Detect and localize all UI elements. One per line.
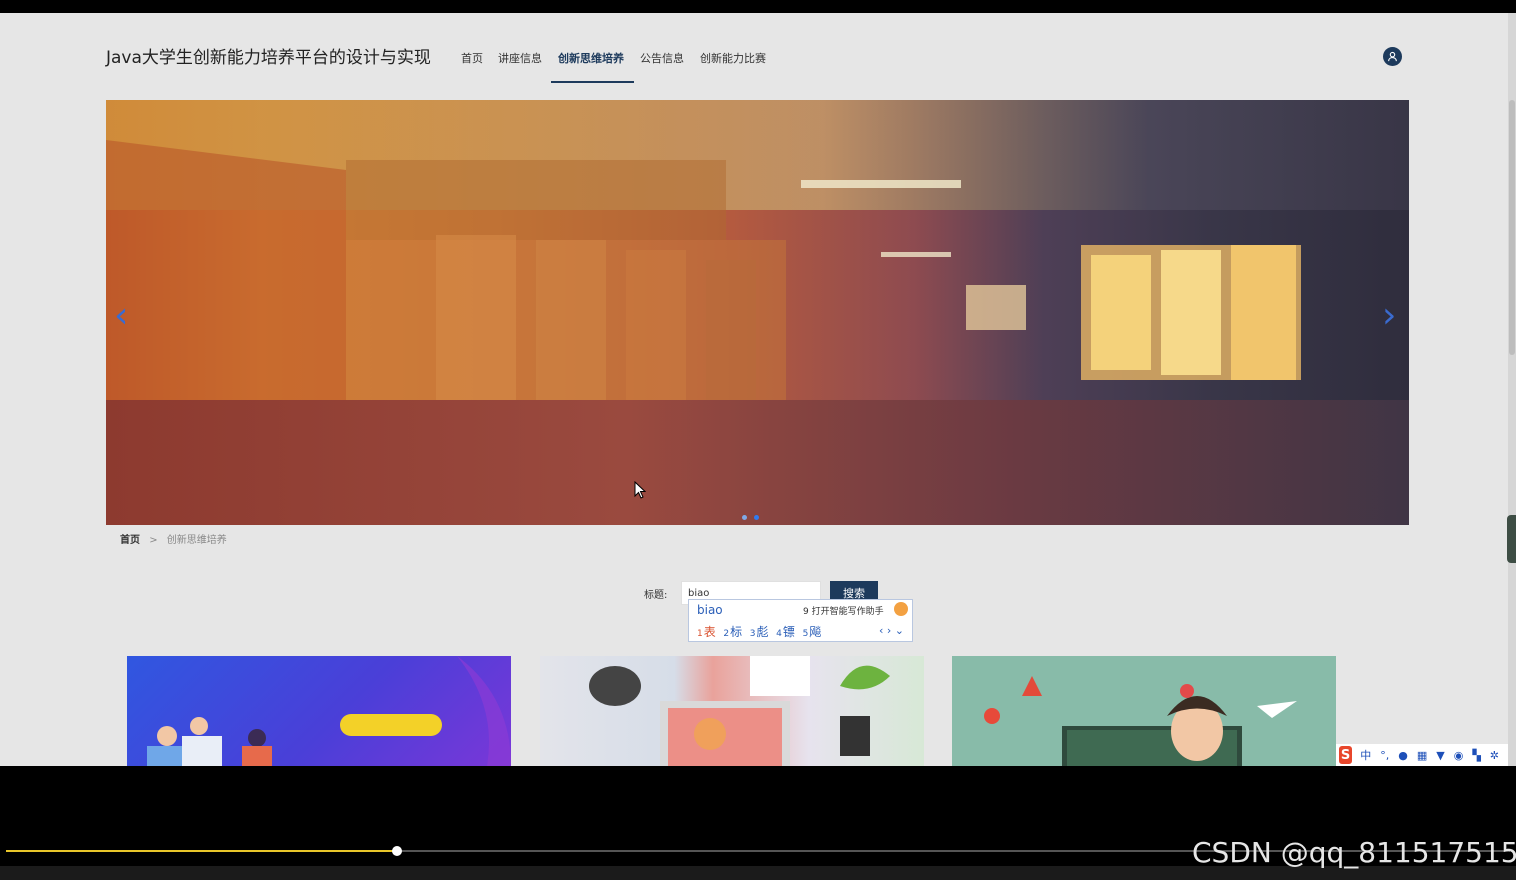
nav-item-home[interactable]: 首页 [461,50,483,66]
breadcrumb: 首页 > 创新思维培养 [120,531,227,546]
nav-item-notices[interactable]: 公告信息 [640,50,684,66]
breadcrumb-separator: > [149,535,158,546]
page-scrollbar-thumb[interactable] [1509,100,1515,355]
breadcrumb-current: 创新思维培养 [166,535,227,546]
ime-skin-icon[interactable]: ▼ [1436,749,1444,762]
ime-candidates: 1表 2标 3彪 4镖 5飚 [697,623,821,640]
screen-top-bar [0,0,1516,13]
ime-toolbar: S 中 °, ● ▦ ▼ ◉ ▚ ✲ [1336,744,1508,766]
ime-candidate[interactable]: 5飚 [803,625,822,639]
ime-keyboard-icon[interactable]: ▦ [1417,749,1427,762]
article-card[interactable] [952,656,1336,766]
ime-writing-assistant[interactable]: 9 打开智能写作助手 [803,604,884,617]
site-title: Java大学生创新能力培养平台的设计与实现 [106,48,431,68]
sogou-logo-icon[interactable]: S [1339,746,1353,764]
nav-item-lectures[interactable]: 讲座信息 [498,50,542,66]
card-illustration [589,656,890,766]
nav-item-innovative-thinking[interactable]: 创新思维培养 [558,50,624,66]
card-illustration [147,656,511,766]
ime-candidate-popup: biao 9 打开智能写作助手 1表 2标 3彪 4镖 5飚 ‹ › ⌄ [688,599,913,642]
article-card[interactable] [540,656,924,766]
carousel-next-icon[interactable]: › [1382,295,1396,336]
breadcrumb-home[interactable]: 首页 [120,535,140,546]
banner-floor [106,400,1409,525]
mouse-cursor-icon [634,481,646,499]
ime-next-page-icon[interactable]: ‹ › ⌄ [879,624,904,637]
carousel-prev-icon[interactable]: ‹ [114,295,128,336]
carousel-dot-active[interactable] [754,515,759,520]
ime-candidate[interactable]: 4镖 [776,625,795,639]
nav-item-competitions[interactable]: 创新能力比赛 [700,50,766,66]
carousel-dot[interactable] [742,515,747,520]
card-illustration [984,676,1297,766]
search-label: 标题: [644,590,668,601]
ime-mic-icon[interactable]: ● [1398,749,1408,762]
ime-candidate[interactable]: 3彪 [750,625,769,639]
article-card[interactable] [127,656,511,766]
ime-candidate[interactable]: 1表 [697,625,716,639]
video-progress-knob[interactable] [392,846,402,856]
nav-active-indicator [551,81,634,83]
ime-pinyin: biao [697,603,723,617]
csdn-watermark: CSDN @qq_811517515 [1192,836,1516,869]
ime-lang-toggle[interactable]: 中 [1360,747,1371,763]
user-avatar-icon[interactable] [1383,47,1402,66]
ime-candidate[interactable]: 2标 [723,625,742,639]
ime-punctuation-icon[interactable]: °, [1380,749,1389,762]
web-page: Java大学生创新能力培养平台的设计与实现 首页 讲座信息 创新思维培养 公告信… [0,13,1508,766]
video-progress-fill [6,850,397,852]
ime-assistant-icon[interactable] [894,602,908,616]
ime-grid-icon[interactable]: ▚ [1472,749,1480,762]
ime-tools-icon[interactable]: ◉ [1454,749,1464,762]
ime-settings-icon[interactable]: ✲ [1490,749,1499,762]
side-panel-handle[interactable] [1507,515,1516,563]
hero-carousel[interactable]: ‹ › [106,100,1409,525]
